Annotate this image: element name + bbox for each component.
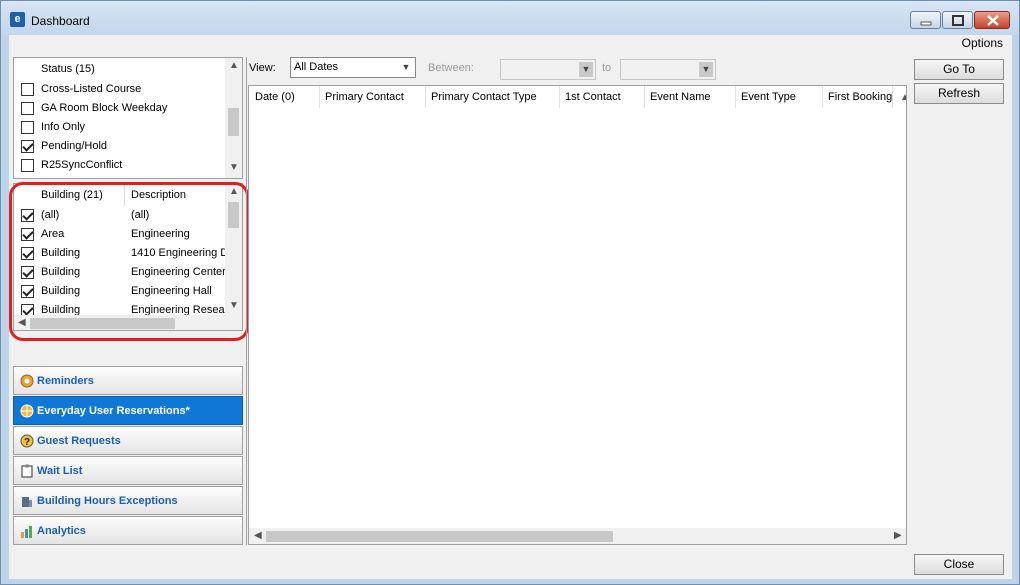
status-list-item[interactable]: Cross-Listed Course bbox=[14, 80, 224, 99]
grid-column-header[interactable]: First Booking bbox=[828, 86, 898, 108]
nav-button-4[interactable]: Building Hours Exceptions bbox=[13, 486, 243, 515]
scrollbar-thumb[interactable] bbox=[266, 531, 613, 542]
between-end-date[interactable]: ▼ bbox=[620, 59, 716, 80]
nav-button-5[interactable]: Analytics bbox=[13, 516, 243, 545]
maximize-button[interactable] bbox=[942, 11, 973, 29]
column-divider[interactable] bbox=[735, 86, 736, 108]
status-item-label: Info Only bbox=[41, 121, 86, 133]
chevron-down-icon: ▼ bbox=[401, 62, 411, 72]
column-divider[interactable] bbox=[559, 86, 560, 108]
app-logo-icon: e bbox=[10, 12, 25, 27]
nav-button-2[interactable]: ? Guest Requests bbox=[13, 426, 243, 455]
between-label: Between: bbox=[428, 62, 474, 74]
question-icon: ? bbox=[20, 434, 34, 448]
window-title: Dashboard bbox=[31, 14, 90, 28]
close-button[interactable]: Close bbox=[914, 554, 1004, 575]
reminders-icon bbox=[20, 374, 34, 388]
nav-button-label: Building Hours Exceptions bbox=[37, 495, 178, 507]
title-bar[interactable]: e Dashboard bbox=[1, 1, 1019, 35]
scrollbar-thumb[interactable] bbox=[228, 108, 239, 136]
bar-chart-icon bbox=[20, 524, 34, 538]
status-header[interactable]: Status (15) bbox=[41, 58, 95, 80]
minimize-icon bbox=[920, 21, 932, 26]
chevron-down-icon: ▼ bbox=[699, 62, 713, 77]
status-item-label: Cross-Listed Course bbox=[41, 83, 142, 95]
scroll-right-arrow-icon[interactable]: ▶ bbox=[894, 530, 902, 541]
bookings-grid: Date (0) Primary Contact Primary Contact T… bbox=[248, 85, 907, 545]
nav-button-label: Everyday User Reservations* bbox=[37, 405, 190, 417]
nav-button-3[interactable]: Wait List bbox=[13, 456, 243, 485]
status-list-item[interactable]: Pending/Hold bbox=[14, 137, 224, 156]
nav-button-label: Wait List bbox=[37, 465, 83, 477]
grid-column-header[interactable]: Date (0) bbox=[255, 86, 325, 108]
column-divider[interactable] bbox=[319, 86, 320, 108]
nav-button-label: Analytics bbox=[37, 525, 86, 537]
goto-button[interactable]: Go To bbox=[914, 59, 1004, 80]
status-list-item[interactable]: R25SyncConflict bbox=[14, 156, 224, 175]
status-list-item[interactable]: GA Room Block Weekday bbox=[14, 99, 224, 118]
dashboard-window: e Dashboard Options Status (15) Cross-Li… bbox=[0, 0, 1020, 585]
view-dropdown[interactable]: All Dates ▼ bbox=[290, 57, 416, 78]
scroll-left-arrow-icon[interactable]: ◀ bbox=[254, 530, 262, 541]
nav-button-0[interactable]: Reminders bbox=[13, 366, 243, 395]
splitter[interactable] bbox=[246, 57, 247, 545]
scroll-up-arrow-icon[interactable]: ▲ bbox=[229, 60, 239, 71]
grid-column-header[interactable]: 1st Contact bbox=[565, 86, 650, 108]
status-item-label: GA Room Block Weekday bbox=[41, 102, 168, 114]
grid-column-header[interactable]: Primary Contact bbox=[325, 86, 431, 108]
between-start-date[interactable]: ▼ bbox=[500, 59, 596, 80]
restore-icon bbox=[952, 15, 964, 26]
column-divider[interactable] bbox=[892, 86, 893, 108]
status-checkbox[interactable] bbox=[21, 159, 34, 172]
refresh-button[interactable]: Refresh bbox=[914, 83, 1004, 104]
sort-up-arrow-icon: ▲ bbox=[900, 92, 906, 103]
column-divider[interactable] bbox=[425, 86, 426, 108]
status-checkbox[interactable] bbox=[21, 140, 34, 153]
grid-column-header[interactable]: Primary Contact Type bbox=[431, 86, 565, 108]
close-icon bbox=[987, 15, 999, 26]
status-list-item[interactable]: Info Only bbox=[14, 118, 224, 137]
status-item-label: R25SyncConflict bbox=[41, 159, 123, 171]
minimize-button[interactable] bbox=[910, 11, 941, 29]
status-checkbox[interactable] bbox=[21, 121, 34, 134]
globe-icon bbox=[20, 404, 34, 418]
status-item-label: Pending/Hold bbox=[41, 140, 108, 152]
view-label: View: bbox=[249, 62, 276, 74]
options-menu[interactable]: Options bbox=[962, 36, 1003, 50]
scroll-down-arrow-icon[interactable]: ▼ bbox=[229, 162, 239, 173]
status-list: Status (15) Cross-Listed Course GA Room B… bbox=[13, 57, 243, 179]
nav-button-1[interactable]: Everyday User Reservations* bbox=[13, 396, 243, 425]
status-vertical-scrollbar[interactable]: ▲ ▼ bbox=[225, 58, 242, 178]
column-divider[interactable] bbox=[644, 86, 645, 108]
status-checkbox[interactable] bbox=[21, 102, 34, 115]
client-area: Options Status (15) Cross-Listed Course G… bbox=[9, 35, 1012, 579]
view-dropdown-value: All Dates bbox=[294, 61, 339, 73]
grid-column-header[interactable]: Event Name bbox=[650, 86, 741, 108]
highlight-annotation bbox=[9, 182, 249, 341]
chevron-down-icon: ▼ bbox=[579, 62, 593, 77]
nav-button-label: Reminders bbox=[37, 375, 94, 387]
nav-button-label: Guest Requests bbox=[37, 435, 121, 447]
status-checkbox[interactable] bbox=[21, 83, 34, 96]
building-icon bbox=[20, 494, 34, 508]
to-label: to bbox=[602, 62, 612, 74]
close-window-button[interactable] bbox=[974, 11, 1010, 29]
grid-column-header[interactable]: Event Type bbox=[741, 86, 828, 108]
clipboard-icon bbox=[20, 464, 34, 478]
grid-horizontal-scrollbar[interactable]: ◀ ▶ bbox=[249, 528, 906, 544]
svg-text:?: ? bbox=[24, 437, 30, 448]
column-divider[interactable] bbox=[822, 86, 823, 108]
